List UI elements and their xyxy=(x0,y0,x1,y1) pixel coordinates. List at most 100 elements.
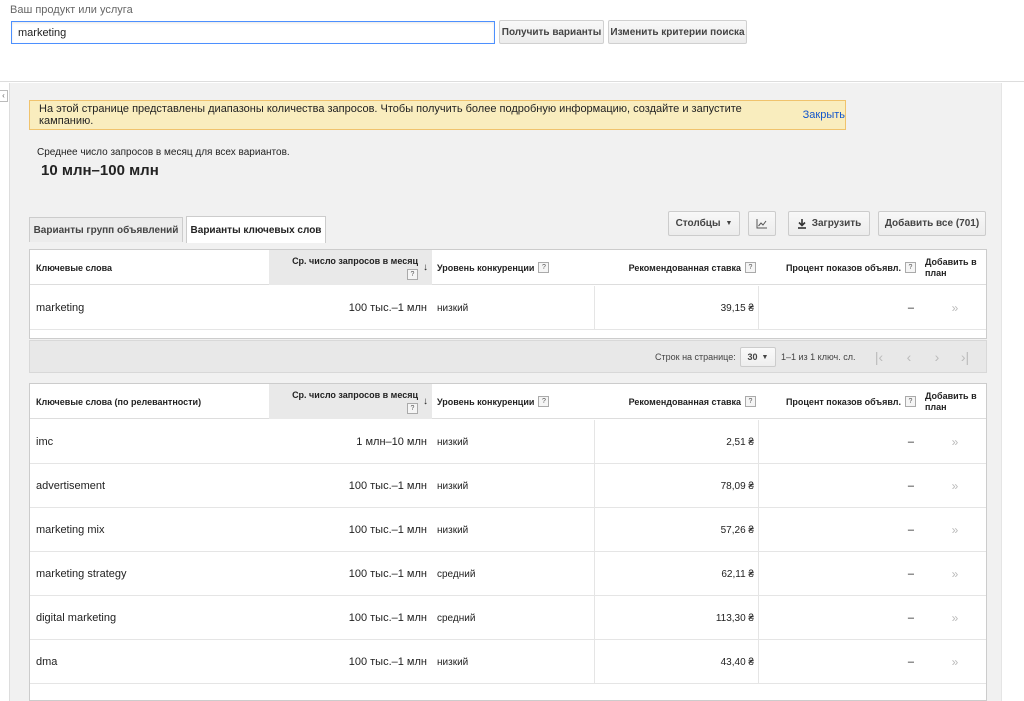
table-row: dma 100 тыс.–1 млн низкий 43,40 ₴ – » xyxy=(30,640,986,684)
bid-cell: 62,11 ₴ xyxy=(721,568,754,580)
sort-down-icon: ↓ xyxy=(423,396,428,407)
header-add-line2: план xyxy=(925,267,947,278)
avg-searches-label: Среднее число запросов в месяц для всех … xyxy=(37,147,290,158)
header-avg-label: Ср. число запросов в месяц xyxy=(292,389,418,400)
last-page-icon[interactable]: ›| xyxy=(954,347,976,367)
share-cell: – xyxy=(907,612,914,624)
header-ad-share[interactable]: Процент показов объявл. ? xyxy=(780,384,918,419)
add-to-plan-icon[interactable]: » xyxy=(925,420,985,464)
rows-per-page-select[interactable]: 30 ▼ xyxy=(740,347,776,367)
help-icon[interactable]: ? xyxy=(745,396,756,407)
header-ad-share[interactable]: Процент показов объявл. ? xyxy=(780,250,918,285)
download-button[interactable]: Загрузить xyxy=(788,211,870,236)
help-icon[interactable]: ? xyxy=(538,396,550,407)
share-cell: – xyxy=(907,568,914,580)
add-to-plan-icon[interactable]: » xyxy=(925,640,985,684)
header-add-to-plan: Добавить в план xyxy=(925,250,985,285)
header-share-label: Процент показов объявл. xyxy=(785,396,901,407)
product-search-input[interactable] xyxy=(11,21,495,44)
keyword-ideas-table: Ключевые слова (по релевантности) Ср. чи… xyxy=(29,383,987,701)
tab-ad-group-ideas[interactable]: Варианты групп объявлений xyxy=(29,217,183,242)
competition-cell: низкий xyxy=(437,656,469,668)
table-row: digital marketing 100 тыс.–1 млн средний… xyxy=(30,596,986,640)
bid-cell: 113,30 ₴ xyxy=(715,612,754,624)
line-chart-icon xyxy=(756,219,767,229)
chevron-down-icon: ▼ xyxy=(761,353,769,361)
header-keywords-relevance[interactable]: Ключевые слова (по релевантности) xyxy=(36,384,266,419)
avg-searches-cell: 1 млн–10 млн xyxy=(356,436,427,448)
table-row: marketing 100 тыс.–1 млн низкий 39,15 ₴ … xyxy=(30,286,986,330)
bid-cell: 78,09 ₴ xyxy=(720,480,754,492)
header-competition-label: Уровень конкуренции xyxy=(437,262,535,273)
rows-per-page-value: 30 xyxy=(747,352,758,362)
header-add-line1: Добавить в xyxy=(925,256,977,267)
download-label: Загрузить xyxy=(811,218,862,229)
add-to-plan-icon[interactable]: » xyxy=(925,552,985,596)
avg-searches-cell: 100 тыс.–1 млн xyxy=(348,480,427,492)
competition-cell: низкий xyxy=(437,302,469,314)
searched-keywords-table: Ключевые слова Ср. число запросов в меся… xyxy=(29,249,987,339)
avg-searches-value: 10 млн–100 млн xyxy=(41,162,159,179)
share-cell: – xyxy=(907,436,914,448)
add-to-plan-icon[interactable]: » xyxy=(925,286,985,330)
keyword-cell: dma xyxy=(36,656,58,668)
bid-cell: 57,26 ₴ xyxy=(720,524,754,536)
sort-down-icon: ↓ xyxy=(423,262,428,273)
add-to-plan-icon[interactable]: » xyxy=(925,508,985,552)
table-header: Ключевые слова Ср. число запросов в меся… xyxy=(30,250,986,285)
competition-cell: средний xyxy=(437,568,476,580)
help-icon[interactable]: ? xyxy=(407,402,418,414)
share-cell: – xyxy=(907,656,914,668)
header-bid-label: Рекомендованная ставка xyxy=(628,396,741,407)
keyword-cell: advertisement xyxy=(36,480,106,492)
header-competition[interactable]: Уровень конкуренции ? xyxy=(437,384,597,419)
modify-criteria-button[interactable]: Изменить критерии поиска xyxy=(608,20,747,44)
help-icon[interactable]: ? xyxy=(538,262,550,273)
header-share-label: Процент показов объявл. xyxy=(785,262,901,273)
table-header: Ключевые слова (по релевантности) Ср. чи… xyxy=(30,384,986,419)
next-page-icon[interactable]: › xyxy=(926,347,948,367)
keyword-cell: marketing strategy xyxy=(36,568,127,580)
header-avg-searches[interactable]: Ср. число запросов в месяц ? ↓ xyxy=(269,384,432,419)
chart-button[interactable] xyxy=(748,211,776,236)
keyword-cell: digital marketing xyxy=(36,612,117,624)
help-icon[interactable]: ? xyxy=(407,268,418,280)
header-keywords[interactable]: Ключевые слова xyxy=(36,250,266,285)
competition-cell: низкий xyxy=(437,480,469,492)
table-row: imc 1 млн–10 млн низкий 2,51 ₴ – » xyxy=(30,420,986,464)
search-header: Ваш продукт или услуга Получить варианты… xyxy=(0,0,1024,82)
header-competition[interactable]: Уровень конкуренции ? xyxy=(437,250,597,285)
columns-button[interactable]: Столбцы ▼ xyxy=(668,211,740,236)
share-cell: – xyxy=(907,302,914,314)
help-icon[interactable]: ? xyxy=(745,262,756,273)
keyword-cell: marketing mix xyxy=(36,524,105,536)
help-icon[interactable]: ? xyxy=(905,396,916,407)
header-suggested-bid[interactable]: Рекомендованная ставка ? xyxy=(598,384,758,419)
header-competition-label: Уровень конкуренции xyxy=(437,396,535,407)
keyword-cell: marketing xyxy=(36,302,85,314)
bid-cell: 39,15 ₴ xyxy=(720,302,754,314)
prev-page-icon[interactable]: ‹ xyxy=(898,347,920,367)
header-avg-label: Ср. число запросов в месяц xyxy=(292,255,418,266)
keyword-cell: imc xyxy=(36,436,54,448)
help-icon[interactable]: ? xyxy=(905,262,916,273)
right-scroll-area[interactable] xyxy=(1001,83,1024,701)
header-add-line1: Добавить в xyxy=(925,390,977,401)
header-avg-searches[interactable]: Ср. число запросов в месяц ? ↓ xyxy=(269,250,432,285)
avg-searches-cell: 100 тыс.–1 млн xyxy=(348,524,427,536)
add-to-plan-icon[interactable]: » xyxy=(925,596,985,640)
add-all-button[interactable]: Добавить все (701) xyxy=(878,211,986,236)
notice-close-link[interactable]: Закрыть xyxy=(803,109,845,121)
collapse-sidebar-icon[interactable]: ‹ xyxy=(0,90,8,102)
header-suggested-bid[interactable]: Рекомендованная ставка ? xyxy=(598,250,758,285)
pagination-bar: Строк на странице: 30 ▼ 1–1 из 1 ключ. с… xyxy=(29,340,987,373)
add-to-plan-icon[interactable]: » xyxy=(925,464,985,508)
share-cell: – xyxy=(907,524,914,536)
get-ideas-button[interactable]: Получить варианты xyxy=(499,20,604,44)
product-label: Ваш продукт или услуга xyxy=(10,4,133,16)
avg-searches-cell: 100 тыс.–1 млн xyxy=(348,302,427,314)
tab-keyword-ideas[interactable]: Варианты ключевых слов xyxy=(186,216,326,243)
first-page-icon[interactable]: |‹ xyxy=(868,347,890,367)
columns-label: Столбцы xyxy=(675,218,721,229)
main-content: На этой странице представлены диапазоны … xyxy=(9,83,1001,701)
